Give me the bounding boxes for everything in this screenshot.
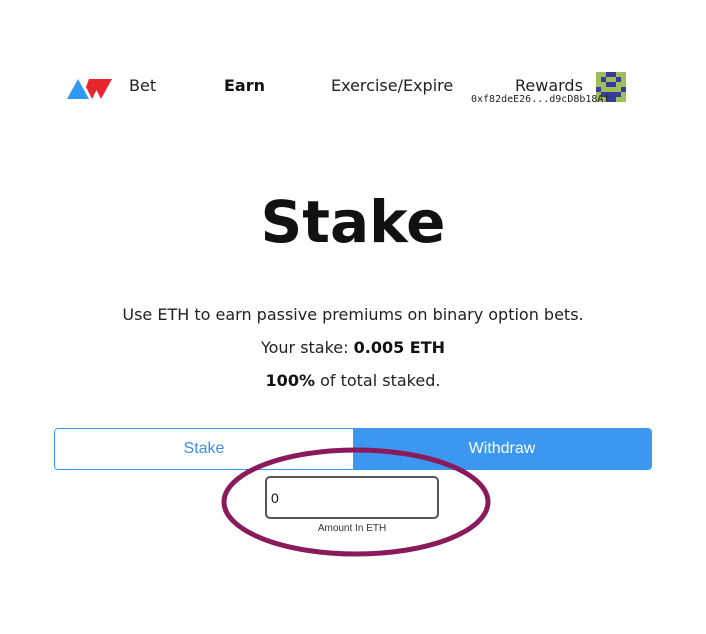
your-stake-value: 0.005 ETH — [353, 338, 446, 357]
page-title: Stake — [260, 188, 446, 256]
nav-bet-link[interactable]: Bet — [129, 76, 156, 96]
your-stake-label: Your stake: — [260, 338, 354, 357]
tab-withdraw[interactable]: Withdraw — [353, 429, 651, 469]
nav-exercise-expire-link[interactable]: Exercise/Expire — [331, 76, 453, 96]
wallet-address: 0xf82deE26...d9cD8b18Af — [471, 94, 610, 105]
page: Bet Earn Exercise/Expire Rewards 0xf82de… — [0, 0, 706, 634]
stake-share-line: 100% of total staked. — [0, 371, 706, 391]
stake-share-label: of total staked. — [314, 371, 441, 390]
tab-stake[interactable]: Stake — [55, 429, 353, 469]
nav-earn-link[interactable]: Earn — [224, 76, 265, 96]
stake-description: Use ETH to earn passive premiums on bina… — [122, 305, 584, 324]
amount-label: Amount In ETH — [317, 523, 387, 534]
nav-rewards-link[interactable]: Rewards — [515, 76, 583, 96]
stake-share-value: 100% — [265, 371, 315, 390]
stake-withdraw-toggle: Stake Withdraw — [54, 428, 652, 470]
av-logo-triangles-icon[interactable] — [67, 76, 113, 100]
your-stake-line: Your stake: 0.005 ETH — [0, 338, 706, 358]
amount-input[interactable] — [265, 476, 439, 519]
